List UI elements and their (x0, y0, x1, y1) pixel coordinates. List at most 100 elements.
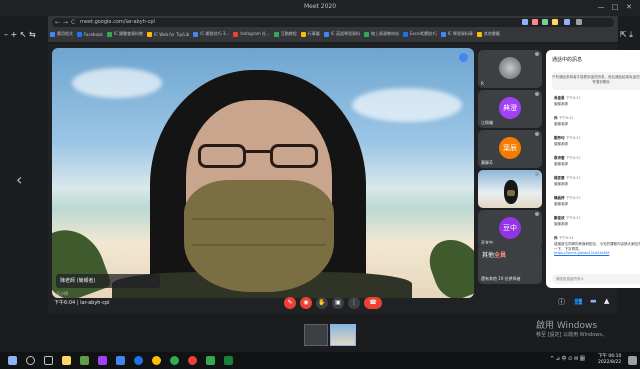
window-title: Meet 2020 (303, 3, 337, 10)
system-tray[interactable]: ^ ⊿ 中 ∅ ✉ 圖 (550, 355, 585, 362)
search-icon[interactable] (26, 356, 35, 365)
chat-sender-name: 鄭佳欣 (554, 216, 565, 220)
file-explorer-icon[interactable] (62, 356, 71, 365)
address-bar[interactable]: ← → C meet.google.com/lar-abyh-cpl (52, 18, 614, 27)
participant-avatar (499, 57, 521, 79)
left-window-controls[interactable]: – + ↖ ⇆ (4, 30, 36, 39)
prev-arrow-icon[interactable]: ‹ (16, 170, 22, 189)
bookmark-label: Instagram 社... (240, 31, 270, 36)
bookmark-item[interactable]: Facebook (77, 31, 103, 37)
bookmark-item[interactable]: IC 開發技巧-3... (193, 31, 229, 37)
bookmark-item[interactable]: 線上資源教材站 (364, 31, 399, 37)
chat-icon[interactable]: ▬ (590, 297, 597, 305)
extension-icon[interactable] (552, 19, 558, 25)
group-tile-name: 其他全員 (482, 252, 507, 259)
close-window-button[interactable]: ✕ (624, 2, 634, 12)
activities-icon[interactable]: ▲ (604, 297, 609, 305)
app-icon[interactable] (170, 356, 179, 365)
chat-link[interactable]: https://forms.gle/ab12cd34ef56 (554, 251, 640, 255)
foliage-shape (423, 231, 474, 298)
present-button[interactable]: ▣ (332, 297, 344, 309)
clock-date[interactable]: 2022/8/22 (598, 360, 621, 365)
participant-tile[interactable]: 典澄 江佩儀 (478, 90, 542, 128)
reload-icon[interactable]: C (71, 18, 75, 27)
chat-time: 下午6:32 (565, 136, 581, 140)
url-text[interactable]: meet.google.com/lar-abyh-cpl (80, 18, 155, 27)
bookmark-item[interactable]: IC 英語學習資料 (323, 31, 360, 37)
participant-name: 葉靜芳 (481, 160, 493, 165)
bookmark-label: 其他書籤 (483, 31, 500, 36)
chat-sender-name: 吳佳恩 (554, 96, 565, 100)
app-icon[interactable] (116, 356, 125, 365)
group-tile[interactable]: 其他全員 還有其他 19 位參與者 (478, 244, 542, 284)
camera-off-button[interactable]: ◉ (300, 297, 312, 309)
bookmark-item[interactable]: Excel相關技巧 (403, 31, 437, 37)
meeting-controls: 下午6:04 | lar-abyh-cpl ✎ ◉ ✋ ▣ ⋮ ☎ ⓘ 👥 ▬ … (48, 294, 618, 314)
bookmark-icon (50, 31, 55, 37)
bookmark-item[interactable]: 互動教程 (273, 31, 297, 37)
chat-sender: 吳佳恩 下午6:32 (554, 96, 640, 101)
minimize-button[interactable]: — (596, 2, 606, 12)
start-icon[interactable] (8, 356, 17, 365)
people-icon[interactable]: 👥 (574, 297, 583, 305)
notification-icon[interactable] (628, 356, 637, 365)
bookmark-label: 行事曆 (307, 31, 320, 36)
chat-sender-name: 蔡沛萱 (554, 156, 565, 160)
bookmark-item[interactable]: 其他書籤 (476, 31, 500, 37)
bookmark-icon (106, 31, 112, 37)
edge-icon[interactable] (134, 356, 143, 365)
main-video-feed[interactable]: 陳老師 (簡報者) 王小明 (52, 48, 474, 298)
bookmark-icon (233, 31, 239, 37)
extension-icon[interactable] (532, 19, 538, 25)
chat-text: 謝謝老師 (554, 142, 568, 146)
info-icon[interactable]: ⓘ (558, 297, 565, 307)
bookmark-item[interactable]: Instagram 社... (233, 31, 270, 37)
slide-thumbnail-active[interactable] (330, 324, 356, 346)
slide-thumbnail[interactable] (304, 324, 328, 346)
back-icon[interactable]: ← (55, 18, 60, 27)
group-tile-label: 還有其他 19 位參與者 (481, 276, 521, 281)
cloud-shape (352, 88, 462, 122)
presenter-name: 陳老師 (簡報者) (56, 274, 160, 288)
chrome-icon[interactable] (152, 356, 161, 365)
profile-icon[interactable] (564, 19, 570, 25)
bookmark-item[interactable]: 應用程式 (50, 31, 73, 37)
more-options-button[interactable]: ⋮ (348, 297, 360, 309)
browser-chrome: ← → C meet.google.com/lar-abyh-cpl 應用程式 F… (48, 16, 618, 42)
pin-icon[interactable] (459, 53, 468, 62)
chat-sender: 陳品妤 下午6:33 (554, 196, 640, 201)
maximize-button[interactable]: □ (610, 2, 620, 12)
chat-sender-name: 楊宜蓉 (554, 176, 565, 180)
mic-off-button[interactable]: ✎ (284, 297, 296, 309)
chat-input[interactable]: 傳送訊息給所有人 ▷ (552, 274, 640, 284)
clock-time[interactable]: 下午 06:10 (598, 353, 621, 359)
excel-icon[interactable] (224, 356, 233, 365)
chat-message: 劉芳均 下午6:32 謝謝老師 (554, 136, 640, 147)
bookmark-item[interactable]: IC Web for Tip/Lib (147, 31, 189, 37)
bookmark-item[interactable]: 行事曆 (300, 31, 320, 37)
app-icon[interactable] (80, 356, 89, 365)
chat-sender-name: 你 (554, 236, 558, 240)
raise-hand-button[interactable]: ✋ (316, 297, 328, 309)
bookmark-item[interactable]: IC 讀書會資料教 (106, 31, 143, 37)
bookmark-item[interactable]: IC 學習資料庫 (440, 31, 473, 37)
face-mask (184, 180, 334, 292)
meet-icon[interactable] (206, 356, 215, 365)
extension-icon[interactable] (542, 19, 548, 25)
participant-tile[interactable]: 葉辰 葉靜芳 (478, 130, 542, 168)
participant-avatar: 典澄 (499, 97, 521, 119)
menu-icon[interactable] (576, 19, 582, 25)
participant-tile[interactable]: 豆中 巫宜中 (478, 210, 542, 248)
participant-tile[interactable] (478, 170, 542, 208)
task-view-icon[interactable] (44, 356, 53, 365)
app-icon[interactable] (188, 356, 197, 365)
bookmark-icon (323, 31, 329, 37)
activation-watermark-title: 啟用 Windows (536, 321, 598, 331)
leave-call-button[interactable]: ☎ (364, 297, 382, 309)
chat-sender: 楊宜蓉 下午6:33 (554, 176, 640, 181)
app-icon[interactable] (98, 356, 107, 365)
participant-tile[interactable]: R (478, 50, 542, 88)
extension-icon[interactable] (522, 19, 528, 25)
right-window-controls[interactable]: ⇱ ⤓ (620, 30, 633, 40)
forward-icon[interactable]: → (63, 18, 68, 27)
